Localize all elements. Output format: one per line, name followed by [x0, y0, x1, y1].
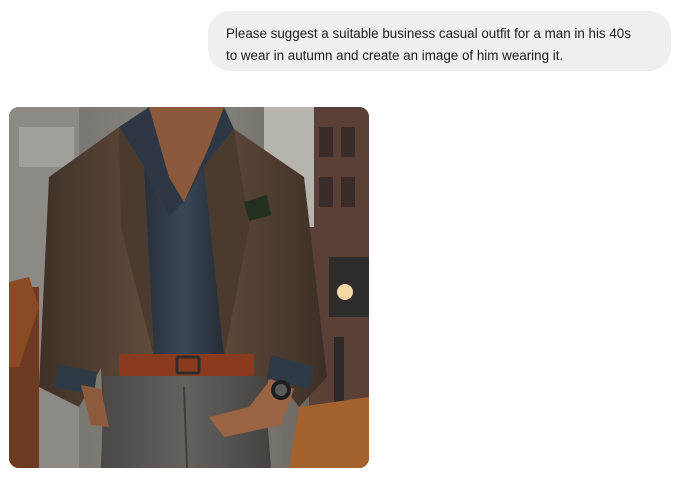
- user-message-bubble: Please suggest a suitable business casua…: [208, 11, 671, 71]
- generated-image-illustration: [9, 107, 369, 468]
- user-message-line-1: Please suggest a suitable business casua…: [226, 26, 631, 41]
- generated-image[interactable]: [9, 107, 369, 468]
- user-message-line-2: to wear in autumn and create an image of…: [226, 48, 564, 63]
